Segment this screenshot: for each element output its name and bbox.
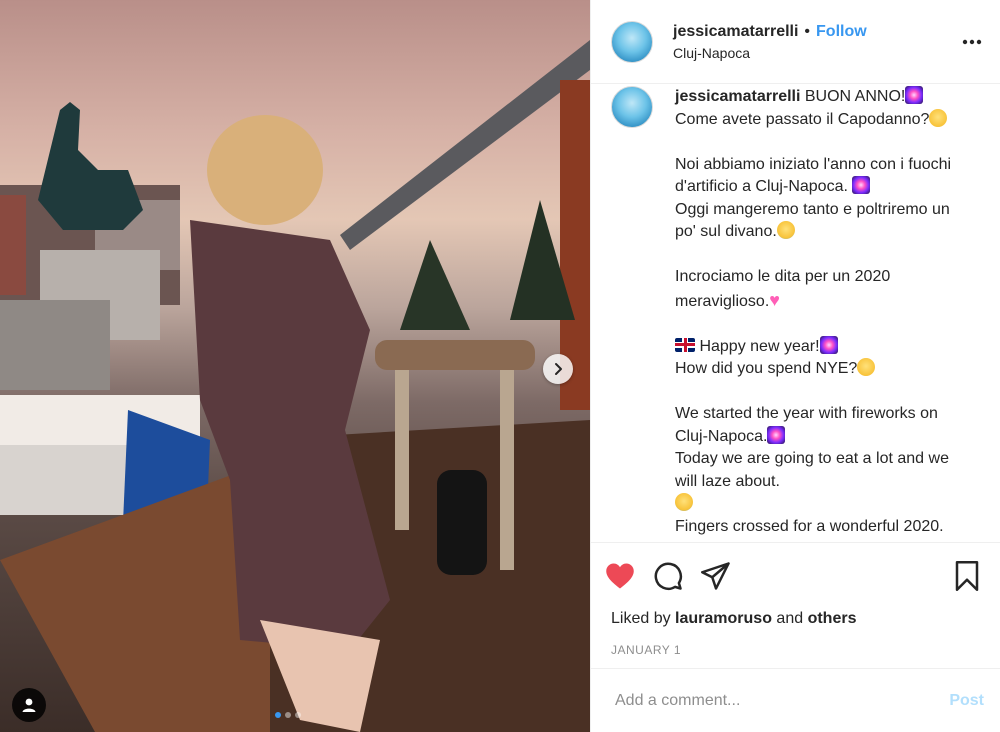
fireworks-emoji	[852, 176, 871, 194]
comment-bar: Post	[591, 668, 1000, 732]
carousel-dot	[285, 712, 291, 718]
caption-line	[675, 244, 951, 267]
caption-line: jessicamatarrelli BUON ANNO!	[675, 86, 951, 109]
heart-emoji: ♥	[769, 289, 780, 310]
caption-line: Happy new year!	[675, 335, 951, 359]
caption-line: How did you spend NYE?	[675, 358, 951, 381]
smile-emoji	[929, 108, 948, 127]
caption-line: po' sul divano.	[675, 221, 951, 244]
carousel-next-button[interactable]	[543, 354, 573, 384]
share-button[interactable]	[699, 559, 733, 593]
post-photo[interactable]	[0, 0, 590, 732]
caption-text-run: How did you spend NYE?	[675, 360, 858, 377]
caption-text-run: Fingers crossed for a wonderful 2020.	[675, 517, 944, 535]
caption-line: Today we are going to eat a lot and we	[675, 448, 951, 471]
post-date[interactable]: JANUARY 1	[603, 643, 984, 657]
carousel-dot	[295, 712, 301, 718]
caption-line: We started the year with fireworks on	[675, 403, 951, 426]
like-button[interactable]	[603, 559, 637, 593]
likes-others-link[interactable]: others	[808, 610, 857, 627]
carousel-dot	[275, 712, 281, 718]
photo-scene	[0, 40, 590, 732]
caption-line: Oggi mangeremo tanto e poltriremo un	[675, 199, 951, 222]
user-icon	[22, 698, 36, 712]
laughing-emoji	[675, 493, 693, 511]
post-side-panel: jessicamatarrelli • Follow Cluj-Napoca j…	[590, 0, 1000, 732]
caption-line: Cluj-Napoca.	[675, 425, 951, 449]
chevron-right-icon	[555, 363, 562, 375]
caption-line	[675, 381, 951, 404]
caption-line: meraviglioso.♥	[675, 289, 951, 314]
tagged-users-button[interactable]	[12, 688, 46, 722]
caption-text: jessicamatarrelli BUON ANNO! Come avete p…	[675, 86, 951, 542]
fireworks-emoji	[819, 335, 838, 354]
separator-dot: •	[804, 22, 811, 40]
fireworks-emoji	[905, 86, 924, 104]
caption-text-run: BUON ANNO!	[804, 88, 906, 105]
caption-text-run: Happy new year!	[695, 337, 820, 355]
heart-filled-icon	[606, 563, 634, 589]
share-icon	[701, 562, 730, 590]
caption-avatar[interactable]	[611, 86, 653, 128]
caption-line	[675, 131, 951, 154]
caption-line: Incrociamo le dita per un 2020	[675, 266, 951, 289]
caption-text-run: Noi abbiamo iniziato l'anno con i fuochi	[675, 155, 952, 173]
caption-text-run: Oggi mangeremo tanto e poltriremo un	[675, 200, 950, 218]
caption-text-run: We started the year with fireworks on	[675, 405, 938, 422]
bookmark-icon	[955, 561, 979, 591]
caption-text-run: po' sul divano.	[675, 223, 777, 240]
caption-line: d'artificio a Cluj-Napoca.	[675, 176, 951, 199]
caption: jessicamatarrelli BUON ANNO! Come avete p…	[611, 84, 984, 542]
smile-emoji	[857, 358, 876, 376]
caption-line	[675, 313, 951, 336]
save-button[interactable]	[950, 559, 984, 593]
post-location[interactable]: Cluj-Napoca	[673, 45, 960, 61]
caption-text-run: d'artificio a Cluj-Napoca.	[675, 178, 853, 195]
likes-summary: Liked by lauramoruso and others	[603, 609, 984, 629]
caption-line: Noi abbiamo iniziato l'anno con i fuochi	[675, 154, 951, 177]
likes-conj: and	[776, 610, 804, 627]
caption-text-run: Cluj-Napoca.	[675, 427, 768, 445]
post-comment-button[interactable]: Post	[949, 692, 984, 710]
more-options-button[interactable]	[960, 30, 984, 54]
comment-input[interactable]	[613, 690, 950, 711]
laughing-emoji	[776, 221, 795, 239]
post-actions: Liked by lauramoruso and others JANUARY …	[591, 542, 1000, 657]
caption-text-run: Today we are going to eat a lot and we	[675, 450, 949, 467]
comment-icon	[654, 562, 683, 591]
uk-flag-emoji	[675, 337, 695, 352]
caption-text-run: Incrociamo le dita per un 2020	[675, 268, 891, 285]
likes-prefix: Liked by	[611, 610, 671, 627]
caption-text-run: will laze about.	[675, 472, 780, 490]
caption-line: will laze about.	[675, 471, 951, 494]
carousel-indicator	[275, 712, 301, 718]
caption-line: Fingers crossed for a wonderful 2020.	[675, 516, 951, 539]
caption-line	[675, 493, 951, 516]
caption-text-run: meraviglioso.	[675, 292, 770, 310]
caption-line: Come avete passato il Capodanno?	[675, 108, 951, 132]
caption-username[interactable]: jessicamatarrelli	[675, 88, 805, 105]
comment-button[interactable]	[651, 559, 685, 593]
author-username[interactable]: jessicamatarrelli	[673, 23, 798, 41]
avatar[interactable]	[611, 20, 653, 63]
post-header: jessicamatarrelli • Follow Cluj-Napoca	[591, 0, 1000, 84]
fireworks-emoji	[767, 425, 786, 444]
caption-scroll-area[interactable]: jessicamatarrelli BUON ANNO! Come avete p…	[591, 84, 1000, 542]
follow-button[interactable]: Follow	[816, 23, 867, 41]
caption-text-run: Come avete passato il Capodanno?	[675, 110, 930, 128]
ellipsis-icon	[962, 39, 982, 44]
liker-username[interactable]: lauramoruso	[675, 610, 772, 627]
